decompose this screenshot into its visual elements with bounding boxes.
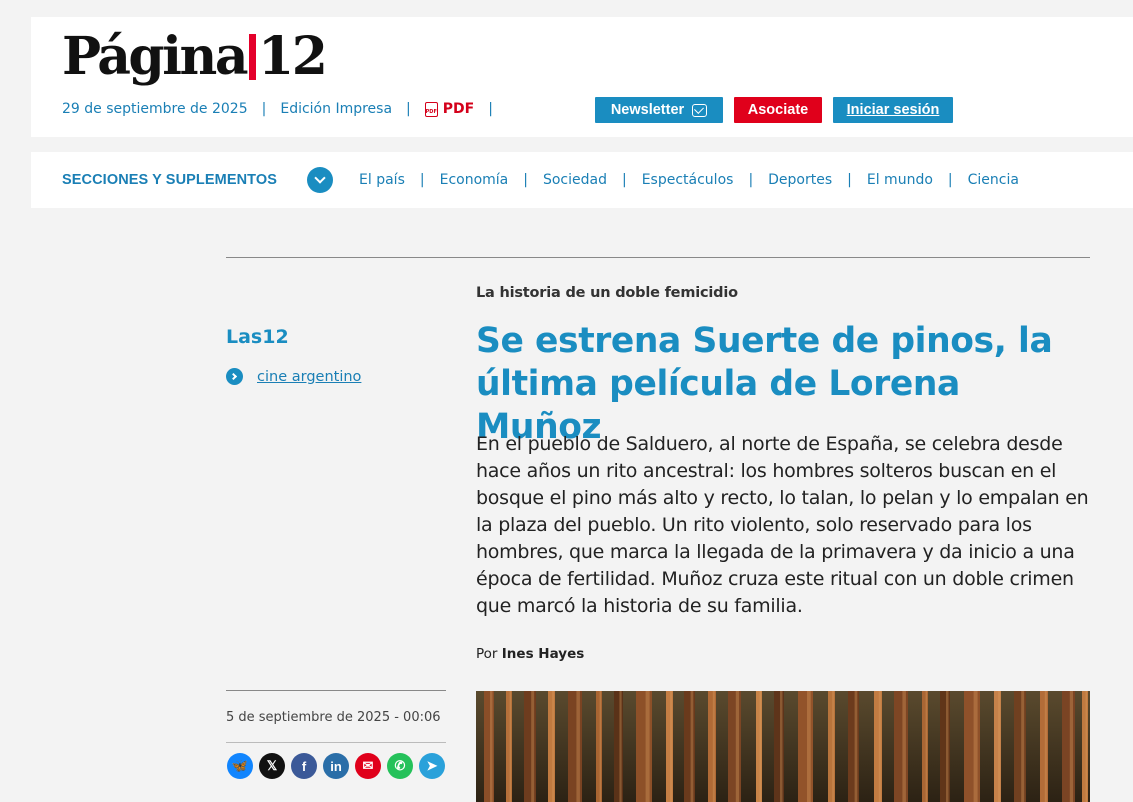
trunk-highlight [925, 691, 928, 802]
site-logo[interactable]: Página 12 [62, 26, 328, 87]
article-title: Se estrena Suerte de pinos, la última pe… [476, 321, 1053, 447]
newsletter-label: Newsletter [610, 102, 685, 118]
byline-prefix: Por [476, 646, 498, 662]
newsletter-button[interactable]: Newsletter [595, 97, 723, 123]
trunk-highlight [832, 691, 834, 802]
trunk-highlight [490, 691, 493, 802]
telegram-icon[interactable]: ➤ [419, 753, 445, 779]
trunk-highlight [552, 691, 554, 802]
trunk-highlight [599, 691, 602, 802]
tree-trunk [548, 691, 555, 802]
tree-trunk [1062, 691, 1075, 802]
envelope-icon [692, 103, 708, 117]
publish-date: 5 de septiembre de 2025 - 00:06 [226, 710, 441, 725]
sidebar-divider [226, 742, 446, 743]
associate-button[interactable]: Asociate [734, 97, 822, 123]
separator: | [488, 101, 493, 117]
article-photo [476, 691, 1090, 802]
linkedin-icon[interactable]: in [323, 753, 349, 779]
author-name[interactable]: Ines Hayes [502, 646, 585, 662]
sections-title[interactable]: SECCIONES Y SUPLEMENTOS [62, 172, 277, 188]
nav-link-espectaculos[interactable]: Espectáculos [642, 172, 734, 188]
trunk-highlight [619, 691, 622, 802]
nav-link-deportes[interactable]: Deportes [768, 172, 832, 188]
pdf-label: PDF [442, 101, 475, 117]
separator: | [406, 101, 411, 117]
trunk-highlight [878, 691, 881, 802]
trunk-highlight [735, 691, 740, 802]
separator: | [621, 172, 627, 188]
nav-link-el-mundo[interactable]: El mundo [867, 172, 933, 188]
tree-trunk [568, 691, 582, 802]
trunk-highlight [576, 691, 580, 802]
trunk-highlight [1069, 691, 1074, 802]
article-lede: En el pueblo de Salduero, al norte de Es… [476, 433, 1089, 617]
facebook-icon[interactable]: f [291, 753, 317, 779]
trunk-highlight [670, 691, 672, 802]
trunk-highlight [1085, 691, 1088, 802]
whatsapp-icon[interactable]: ✆ [387, 753, 413, 779]
tree-trunk [506, 691, 512, 802]
separator: | [523, 172, 528, 188]
tree-trunk [614, 691, 623, 802]
bluesky-icon[interactable]: 🦋 [227, 753, 253, 779]
trunk-highlight [973, 691, 978, 802]
nav-link-el-pais[interactable]: El país [359, 172, 405, 188]
trunk-highlight [645, 691, 650, 802]
trunk-highlight [780, 691, 783, 802]
trunk-highlight [998, 691, 1000, 802]
forest-image [476, 691, 1090, 802]
tree-trunk [894, 691, 908, 802]
trunk-highlight [690, 691, 694, 802]
separator: | [419, 172, 425, 188]
tree-trunk [1040, 691, 1048, 802]
logo-number: 12 [258, 26, 328, 87]
current-date: 29 de septiembre de 2025 [62, 101, 248, 117]
article-top-rule [226, 257, 1090, 258]
separator: | [847, 172, 852, 188]
trunk-highlight [854, 691, 858, 802]
trunk-highlight [1044, 691, 1047, 802]
logo-text: Página [62, 26, 249, 87]
tag-link[interactable]: cine argentino [257, 369, 361, 385]
login-button[interactable]: Iniciar sesión [833, 97, 953, 123]
nav-link-ciencia[interactable]: Ciencia [968, 172, 1019, 188]
share-buttons: 🦋 𝕏f in ✉ ✆ ➤ [227, 753, 445, 779]
separator: | [261, 101, 267, 117]
top-header: Página 12 29 de septiembre de 2025 | Edic… [31, 17, 1133, 137]
section-link-las12[interactable]: Las12 [226, 326, 289, 348]
trunk-highlight [509, 691, 512, 802]
tree-trunk [524, 691, 536, 802]
pdf-icon: PDF [424, 101, 438, 117]
article-kicker: La historia de un doble femicidio [476, 285, 738, 301]
header-meta: 29 de septiembre de 2025 | Edición Impre… [62, 101, 507, 117]
nav-link-economia[interactable]: Economía [440, 172, 509, 188]
trunk-highlight [946, 691, 949, 802]
trunk-highlight [712, 691, 715, 802]
article-tag[interactable]: cine argentino [226, 368, 361, 385]
nav-links: El país | Economía | Sociedad | Espectác… [359, 172, 1019, 188]
chevron-down-icon[interactable] [307, 167, 334, 193]
article-byline: Por Ines Hayes [476, 646, 584, 662]
tree-trunk [666, 691, 673, 802]
pdf-link[interactable]: PDF PDF [424, 101, 475, 117]
trunk-highlight [807, 691, 811, 802]
chevron-right-icon [226, 368, 243, 385]
trunk-highlight [531, 691, 535, 802]
sections-nav: SECCIONES Y SUPLEMENTOS El país | Econom… [31, 152, 1133, 208]
separator: | [748, 172, 754, 188]
sidebar-divider [226, 690, 446, 691]
logo-red-bar [249, 34, 257, 80]
x-icon[interactable]: 𝕏 [259, 753, 285, 779]
trunk-highlight [1021, 691, 1025, 802]
print-edition-link[interactable]: Edición Impresa [280, 101, 392, 117]
separator: | [947, 172, 953, 188]
email-icon[interactable]: ✉ [355, 753, 381, 779]
trunk-highlight [902, 691, 906, 802]
nav-link-sociedad[interactable]: Sociedad [543, 172, 607, 188]
trunk-highlight [759, 691, 762, 802]
